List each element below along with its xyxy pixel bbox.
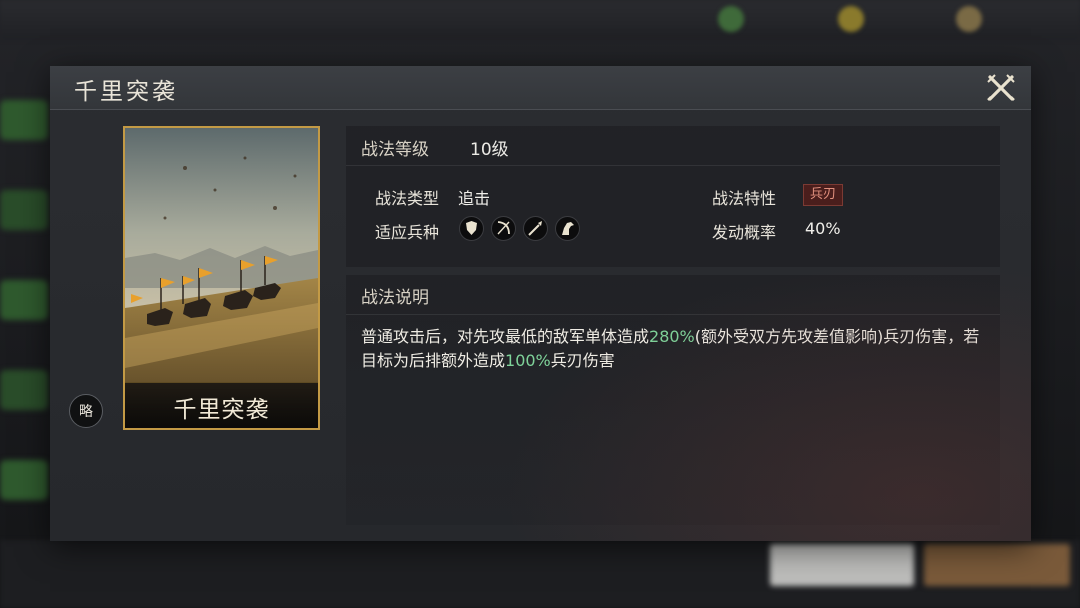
horse-icon (555, 216, 580, 241)
close-button[interactable] (985, 72, 1017, 104)
background-side-item (0, 100, 48, 140)
background-side-item (0, 280, 48, 320)
background-button (770, 544, 914, 586)
level-row: 战法等级 10级 (346, 126, 1000, 166)
tactic-description-panel: 战法说明 普通攻击后，对先攻最低的敌军单体造成280%(额外受双方先攻差值影响)… (346, 275, 1000, 525)
description-part-3: 兵刃伤害 (550, 351, 615, 370)
background-resource-icon (956, 6, 982, 32)
rate-value: 40% (805, 219, 841, 238)
card-name: 千里突袭 (173, 397, 270, 423)
trait-label: 战法特性 (712, 189, 777, 208)
crossed-swords-close-icon (987, 74, 1015, 101)
modal-title: 千里突袭 (74, 79, 178, 105)
tactic-stats-panel: 战法等级 10级 战法类型 追击 战法特性 兵刃 适应兵种 发动概率 40% (346, 126, 1000, 267)
type-label: 战法类型 (375, 189, 440, 208)
damage-rate-value: 280% (649, 327, 695, 346)
background-side-item (0, 190, 48, 230)
level-value: 10级 (470, 140, 509, 160)
card-name-bar: 千里突袭 (125, 382, 318, 428)
shield-icon (459, 216, 484, 241)
background-side-item (0, 370, 48, 410)
bonus-damage-value: 100% (505, 351, 551, 370)
background-button (924, 544, 1070, 586)
type-value: 追击 (458, 189, 491, 208)
background-side-item (0, 460, 48, 500)
description-part-1: 普通攻击后，对先攻最低的敌军单体造成 (361, 327, 650, 346)
rate-label: 发动概率 (712, 223, 777, 242)
modal-header: 千里突袭 (50, 66, 1031, 110)
brief-toggle-button[interactable]: 略 (69, 394, 103, 428)
level-label: 战法等级 (361, 140, 429, 160)
brief-label: 略 (79, 404, 93, 420)
background-resource-icon (718, 6, 744, 32)
description-text: 普通攻击后，对先攻最低的敌军单体造成280%(额外受双方先攻差值影响)兵刃伤害，… (361, 325, 991, 373)
description-heading: 战法说明 (361, 288, 429, 308)
spear-icon (523, 216, 548, 241)
bow-icon (491, 216, 516, 241)
units-label: 适应兵种 (375, 223, 440, 242)
tactic-card: 千里突袭 (123, 126, 320, 430)
background-top-bar (0, 0, 1080, 40)
background-bottom-bar (0, 540, 1080, 608)
tactic-detail-modal: 千里突袭 千里突袭 略 战法等级 10级 战法类型 追击 战法特性 兵刃 适应兵… (50, 66, 1031, 541)
description-header: 战法说明 (346, 275, 1000, 315)
background-resource-icon (838, 6, 864, 32)
trait-badge: 兵刃 (803, 184, 844, 206)
